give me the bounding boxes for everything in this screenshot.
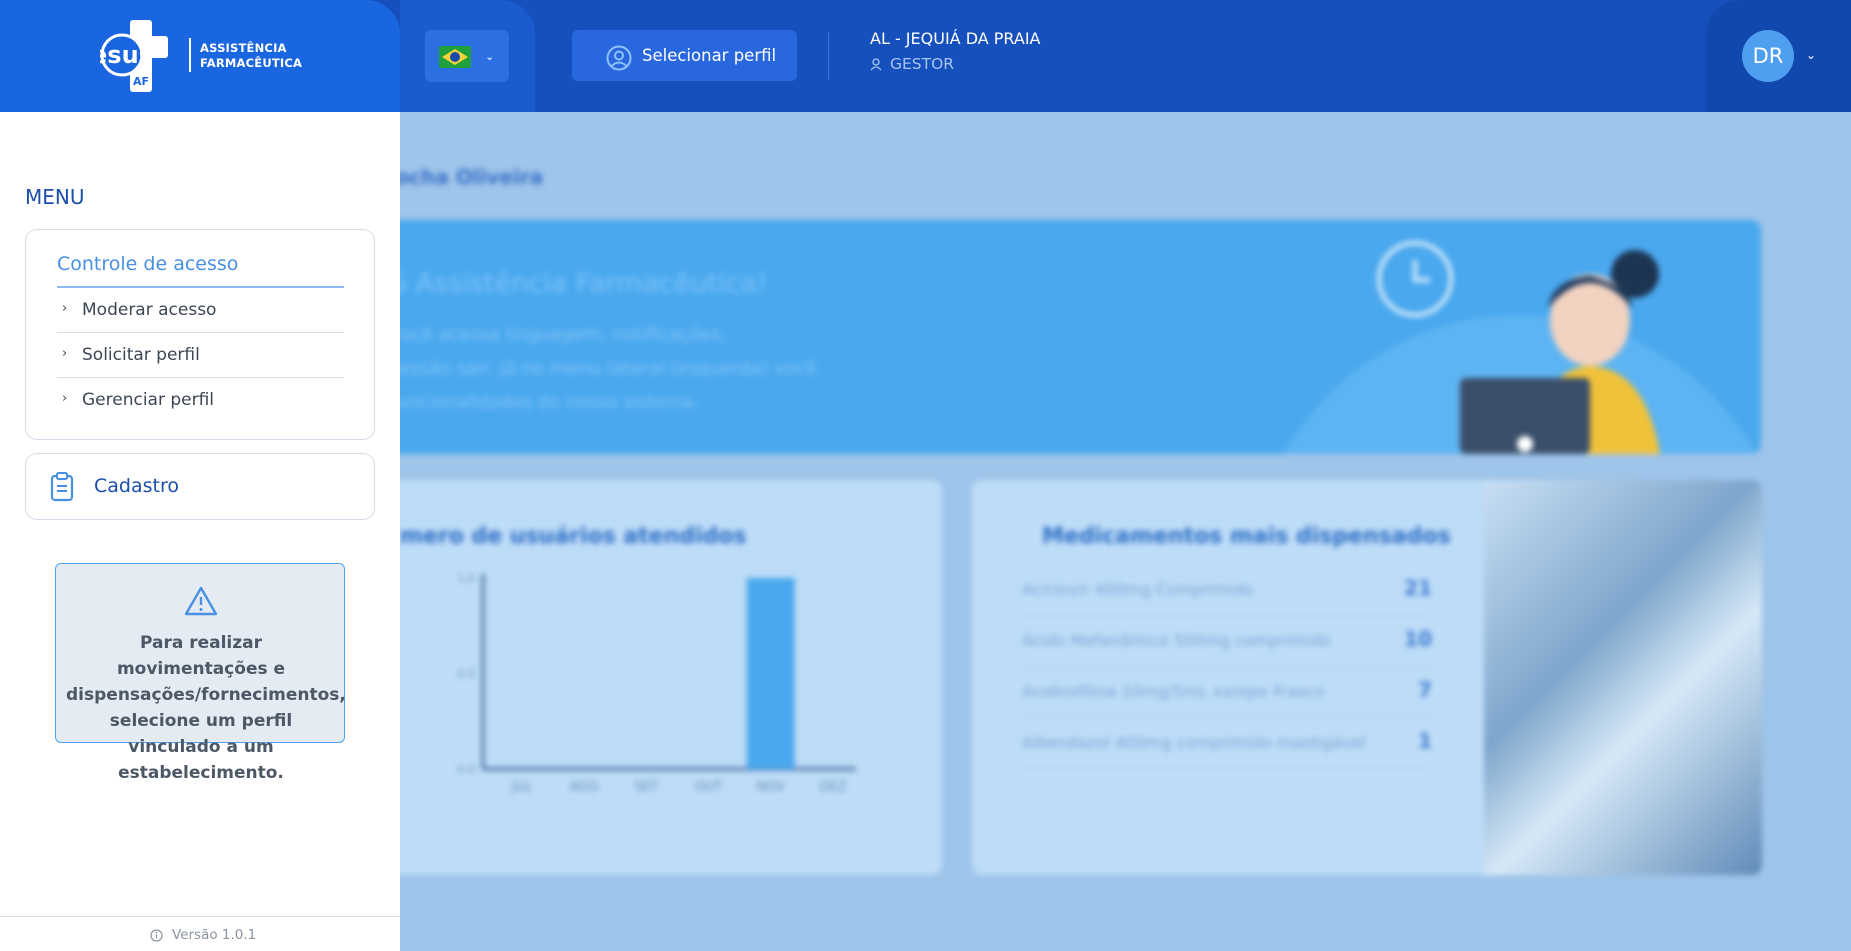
menu-title: MENU (25, 185, 85, 209)
medication-row: Albendazol 400mg comprimido mastigável 1 (1022, 719, 1432, 769)
medication-row: Aciclovir 400mg Comprimido 21 (1022, 566, 1432, 616)
esus-logo-mark: esus AF (100, 20, 168, 92)
logo-block: esus AF ASSISTÊNCIA FARMACÊUTICA (0, 0, 400, 112)
welcome-banner: S Assistência Farmacêutica! você acessa … (360, 220, 1761, 454)
medications-title: Medicamentos mais dispensados (1042, 524, 1451, 549)
x-tick-label: JUL (511, 780, 533, 795)
access-control-title[interactable]: Controle de acesso (57, 253, 238, 275)
banner-line: você acessa linguagem, notificações, (390, 324, 727, 345)
version-footer: Versão 1.0.1 (0, 916, 400, 951)
medication-name: Ácido Mefenâmico 500mg comprimido (1022, 631, 1331, 650)
header-divider (828, 32, 829, 80)
sidebar-item-moderar-acesso[interactable]: › Moderar acesso (57, 288, 344, 333)
x-tick-label: DEZ (819, 780, 846, 795)
medication-count: 1 (1418, 729, 1432, 753)
chart-bar (746, 578, 795, 769)
user-circle-icon (606, 45, 632, 71)
x-tick-label: NOV (756, 780, 785, 795)
y-tick-label: 0.0 (458, 763, 476, 776)
logo-divider (189, 38, 191, 72)
pharmacy-photo (1484, 480, 1762, 875)
medication-count: 21 (1404, 576, 1432, 600)
sidebar-item-label: Moderar acesso (82, 300, 217, 320)
avatar[interactable]: DR (1742, 30, 1794, 82)
chevron-down-icon: ⌄ (485, 50, 495, 63)
esus-af-logo[interactable]: esus AF ASSISTÊNCIA FARMACÊUTICA (100, 20, 310, 92)
language-selector[interactable]: ⌄ (425, 30, 509, 82)
logo-text: ASSISTÊNCIA FARMACÊUTICA (200, 41, 302, 71)
users-chart-card: mero de usuários atendidos 1.0 0.5 0.0 JUL A… (360, 480, 942, 875)
brazil-flag-icon (439, 46, 471, 68)
medication-count: 10 (1404, 627, 1432, 651)
clipboard-icon (50, 472, 74, 502)
top-header: esus AF ASSISTÊNCIA FARMACÊUTICA ⌄ Selec… (0, 0, 1851, 112)
medication-name: Aciclovir 400mg Comprimido (1022, 580, 1254, 599)
banner-line: funcionalidades do nosso sistema. (390, 392, 700, 413)
x-tick-label: AGO (570, 780, 599, 795)
x-tick-label: SET (634, 780, 658, 795)
chevron-right-icon: › (62, 391, 68, 406)
y-tick-label: 0.5 (458, 668, 476, 681)
cadastro-label: Cadastro (94, 475, 179, 497)
chevron-right-icon: › (62, 346, 68, 361)
sidebar-item-solicitar-perfil[interactable]: › Solicitar perfil (57, 333, 344, 378)
logo-text-line2: FARMACÊUTICA (200, 56, 303, 70)
chevron-down-icon[interactable]: ⌄ (1806, 48, 1816, 62)
sidebar-menu: MENU Controle de acesso › Moderar acesso… (0, 112, 400, 951)
medication-row: Ácido Mefenâmico 500mg comprimido 10 (1022, 617, 1432, 667)
role-label: GESTOR (870, 55, 954, 73)
logo-mark-letter: esus (100, 41, 153, 69)
person-icon (870, 58, 882, 71)
chevron-right-icon: › (62, 301, 68, 316)
woman-laptop-illustration (1460, 250, 1660, 454)
sidebar-item-label: Gerenciar perfil (82, 390, 215, 410)
info-icon (150, 929, 163, 942)
users-bar-chart: 1.0 0.5 0.0 JUL AGO SET OUT NOV DEZ (458, 572, 856, 795)
access-control-section: Controle de acesso › Moderar acesso › So… (25, 229, 375, 440)
medication-row: Acebrofilina 10mg/5mL xarope Frasco 7 (1022, 668, 1432, 718)
sidebar-item-label: Solicitar perfil (82, 345, 200, 365)
medications-card: Medicamentos mais dispensados Aciclovir … (972, 480, 1762, 875)
profile-warning-alert: Para realizar movimentações e dispensaçõ… (55, 563, 346, 783)
role-text: GESTOR (890, 55, 955, 73)
logo-text-line1: ASSISTÊNCIA (200, 41, 287, 55)
warning-message: Para realizar movimentações e dispensaçõ… (66, 633, 346, 783)
sidebar-item-cadastro[interactable]: Cadastro (25, 453, 375, 520)
version-text: Versão 1.0.1 (172, 927, 257, 943)
medication-name: Albendazol 400mg comprimido mastigável (1022, 733, 1366, 752)
sidebar-item-gerenciar-perfil[interactable]: › Gerenciar perfil (57, 378, 344, 423)
y-tick-label: 1.0 (458, 572, 476, 585)
banner-line: sessão sair. Já no menu lateral (esquerd… (390, 358, 817, 379)
warning-icon (184, 586, 218, 616)
logo-mark-sub: AF (133, 75, 149, 88)
greeting-text: Rocha Oliveira (380, 165, 544, 189)
medication-name: Acebrofilina 10mg/5mL xarope Frasco (1022, 682, 1325, 701)
select-profile-label: Selecionar perfil (642, 46, 777, 65)
banner-title: S Assistência Farmacêutica! (390, 268, 768, 299)
medication-count: 7 (1418, 678, 1432, 702)
x-tick-label: OUT (695, 780, 723, 795)
location-title: AL - JEQUIÁ DA PRAIA (870, 29, 1041, 48)
select-profile-button[interactable]: Selecionar perfil (572, 30, 797, 81)
